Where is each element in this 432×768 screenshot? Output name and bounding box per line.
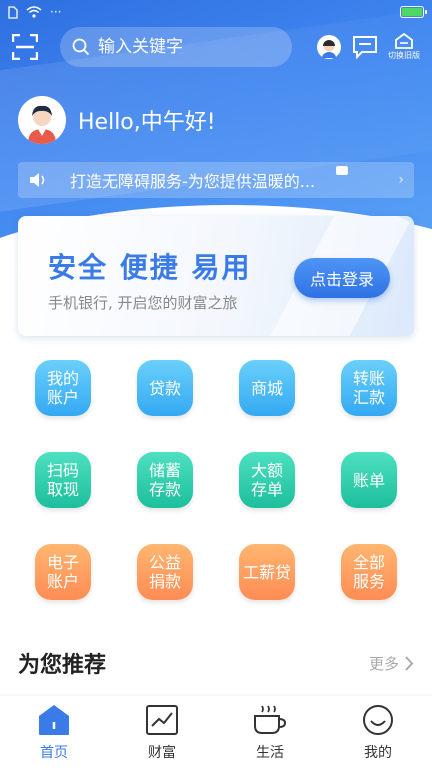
login-card: 安全 便捷 易用 手机银行, 开启您的财富之旅 点击登录 (18, 216, 414, 336)
service-scan-withdraw[interactable]: 扫码取现 (35, 452, 91, 508)
nav-label: 财富 (148, 745, 176, 761)
chevron-right-icon: › (398, 172, 404, 188)
message-icon (353, 36, 377, 59)
service-my-account[interactable]: 我的账户 (35, 360, 91, 416)
status-bar: ··· (0, 0, 432, 24)
message-button[interactable] (352, 35, 378, 59)
status-dots: ··· (50, 5, 62, 19)
bottom-nav: 首页 财富 生活 我的 (0, 696, 432, 768)
customer-service-button[interactable] (316, 34, 342, 60)
chart-icon (146, 705, 178, 735)
smile-icon (363, 705, 393, 735)
nav-label: 首页 (40, 745, 68, 761)
coffee-icon (254, 705, 287, 734)
speaker-icon (30, 173, 45, 187)
search-input[interactable] (98, 37, 268, 57)
chevron-right-icon (405, 655, 414, 671)
service-all[interactable]: 全部服务 (341, 544, 397, 600)
card-subtitle: 手机银行, 开启您的财富之旅 (48, 294, 238, 312)
service-charity[interactable]: 公益捐款 (137, 544, 193, 600)
sim-icon (8, 5, 18, 19)
customer-service-icon (317, 35, 341, 59)
service-row: 电子账户 公益捐款 工薪贷 全部服务 (0, 544, 432, 601)
recommend-header: 为您推荐 更多 (18, 648, 414, 678)
greeting: Hello,中午好! (18, 96, 216, 144)
switch-version-label: 切换旧版 (388, 51, 420, 60)
service-bill[interactable]: 账单 (341, 452, 397, 508)
battery-icon (400, 6, 427, 18)
switch-version-icon (395, 33, 413, 49)
greeting-text: Hello,中午好! (78, 110, 216, 135)
nav-life[interactable]: 生活 (216, 696, 324, 768)
message-bubble-icon (336, 166, 348, 175)
home-icon (39, 705, 69, 735)
search-box[interactable] (60, 27, 292, 67)
wifi-icon (26, 6, 42, 18)
service-mall[interactable]: 商城 (239, 360, 295, 416)
service-savings[interactable]: 储蓄存款 (137, 452, 193, 508)
service-large-deposit[interactable]: 大额存单 (239, 452, 295, 508)
search-icon (72, 38, 90, 56)
service-transfer[interactable]: 转账汇款 (341, 360, 397, 416)
top-bar: 切换旧版 (0, 26, 432, 68)
service-loan[interactable]: 贷款 (137, 360, 193, 416)
service-grid: 我的账户 贷款 商城 转账汇款 扫码取现 储蓄存款 大额存单 账单 电子账户 公… (0, 360, 432, 636)
service-row: 我的账户 贷款 商城 转账汇款 (0, 360, 432, 417)
nav-label: 生活 (256, 745, 284, 761)
service-salary-loan[interactable]: 工薪贷 (239, 544, 295, 600)
login-button[interactable]: 点击登录 (294, 258, 390, 298)
notice-text: 打造无障碍服务-为您提供温暖的... (70, 172, 316, 191)
switch-old-version-button[interactable]: 切换旧版 (388, 33, 420, 61)
nav-label: 我的 (364, 745, 392, 761)
recommend-title: 为您推荐 (18, 653, 107, 678)
nav-wealth[interactable]: 财富 (108, 696, 216, 768)
avatar[interactable] (18, 96, 66, 144)
service-row: 扫码取现 储蓄存款 大额存单 账单 (0, 452, 432, 509)
scan-icon[interactable] (11, 33, 39, 61)
nav-home[interactable]: 首页 (0, 696, 108, 768)
notice-bar[interactable]: 打造无障碍服务-为您提供温暖的... › (18, 162, 414, 198)
nav-mine[interactable]: 我的 (324, 696, 432, 768)
more-link[interactable]: 更多 (369, 653, 414, 674)
service-e-account[interactable]: 电子账户 (35, 544, 91, 600)
card-headline: 安全 便捷 易用 (48, 251, 252, 284)
